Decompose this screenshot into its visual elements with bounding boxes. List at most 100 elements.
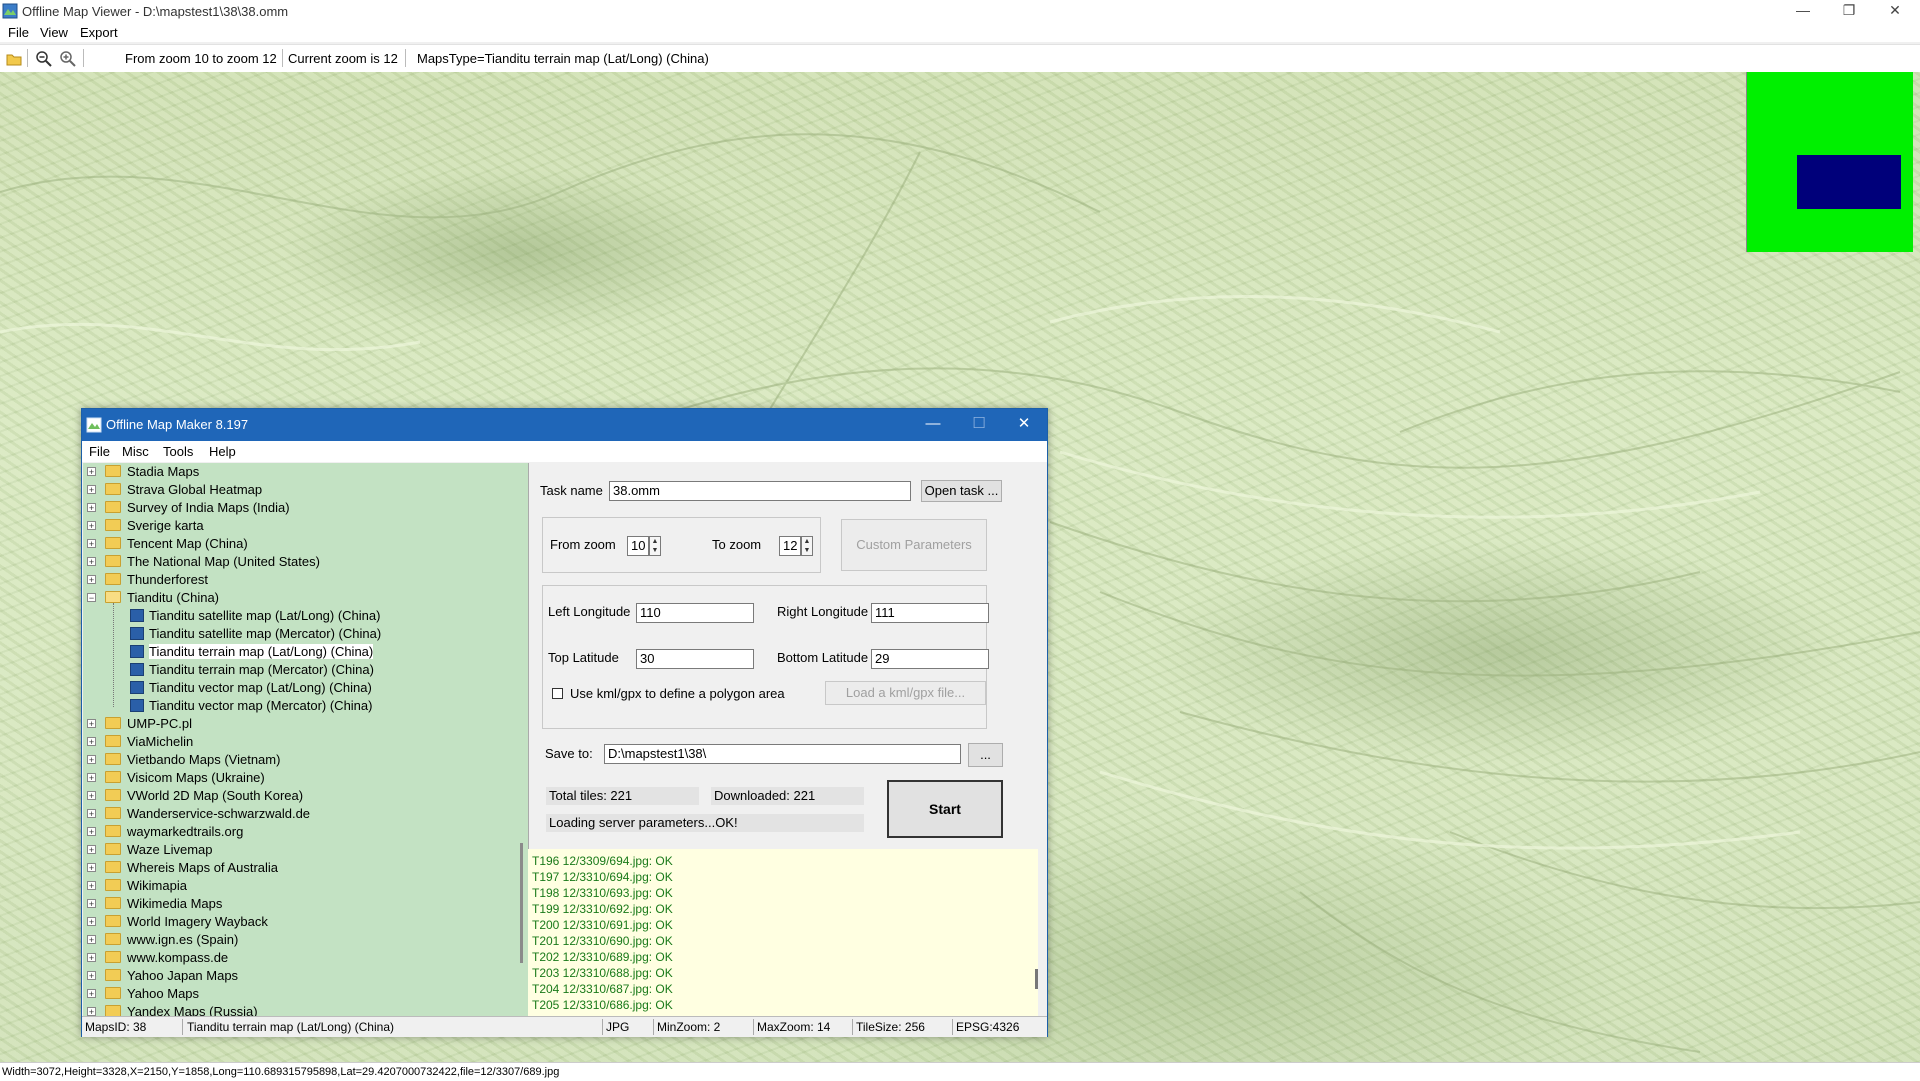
tree-folder-item[interactable]: + Vietbando Maps (Vietnam)	[83, 751, 523, 769]
expand-icon[interactable]: +	[87, 827, 96, 837]
top-latitude-input[interactable]: 30	[636, 649, 754, 669]
tree-item-label: Sverige karta	[127, 518, 204, 533]
dialog-title-bar[interactable]: Offline Map Maker 8.197 — ☐ ✕	[82, 409, 1047, 441]
expand-icon[interactable]: +	[87, 917, 96, 927]
tree-folder-item[interactable]: + Stadia Maps	[83, 463, 523, 481]
tree-folder-item[interactable]: + VWorld 2D Map (South Korea)	[83, 787, 523, 805]
right-longitude-input[interactable]: 111	[871, 603, 989, 623]
dialog-minimize-button[interactable]: —	[910, 409, 956, 441]
tree-folder-item[interactable]: + www.ign.es (Spain)	[83, 931, 523, 949]
tree-item-label: Yahoo Maps	[127, 986, 200, 1001]
to-zoom-label: To zoom	[712, 537, 762, 552]
tree-guide-line	[113, 603, 114, 707]
tree-folder-item[interactable]: + Sverige karta	[83, 517, 523, 535]
tree-folder-item[interactable]: + UMP-PC.pl	[83, 715, 523, 733]
open-task-button[interactable]: Open task ...	[921, 480, 1002, 502]
tree-folder-item[interactable]: + Thunderforest	[83, 571, 523, 589]
map-source-tree[interactable]: + Stadia Maps + Strava Global Heatmap + Surve…	[83, 463, 529, 1023]
expand-icon[interactable]: +	[87, 719, 96, 729]
from-zoom-input[interactable]: 10	[627, 536, 649, 556]
tree-folder-item[interactable]: + Tencent Map (China)	[83, 535, 523, 553]
from-zoom-spinner[interactable]: ▲ ▼	[649, 536, 661, 556]
tree-scrollbar[interactable]	[520, 843, 523, 963]
start-button[interactable]: Start	[887, 780, 1003, 838]
overview-viewport-rect[interactable]	[1797, 155, 1901, 209]
menu-view[interactable]: View	[40, 25, 68, 40]
maps-id-status: MapsID: 38	[85, 1020, 147, 1034]
tree-folder-item[interactable]: + The National Map (United States)	[83, 553, 523, 571]
tree-folder-item[interactable]: + Whereis Maps of Australia	[83, 859, 523, 877]
menu-export[interactable]: Export	[80, 25, 118, 40]
custom-parameters-button[interactable]: Custom Parameters	[841, 519, 987, 571]
tree-folder-item[interactable]: + Survey of India Maps (India)	[83, 499, 523, 517]
bottom-latitude-input[interactable]: 29	[871, 649, 989, 669]
restore-button[interactable]: ❐	[1826, 0, 1872, 22]
minimize-button[interactable]: —	[1780, 0, 1826, 22]
tree-folder-item[interactable]: + Strava Global Heatmap	[83, 481, 523, 499]
load-kml-button[interactable]: Load a kml/gpx file...	[825, 681, 986, 705]
log-scrollbar[interactable]	[1035, 969, 1038, 989]
close-button[interactable]: ✕	[1872, 0, 1918, 22]
save-to-input[interactable]: D:\mapstest1\38\	[604, 744, 961, 764]
expand-icon[interactable]: +	[87, 791, 96, 801]
expand-icon[interactable]: +	[87, 809, 96, 819]
collapse-icon[interactable]: −	[87, 593, 96, 603]
tree-folder-item[interactable]: + ViaMichelin	[83, 733, 523, 751]
expand-icon[interactable]: +	[87, 989, 96, 999]
expand-icon[interactable]: +	[87, 557, 96, 567]
expand-icon[interactable]: +	[87, 935, 96, 945]
left-longitude-input[interactable]: 110	[636, 603, 754, 623]
expand-icon[interactable]: +	[87, 1007, 96, 1017]
tree-map-item[interactable]: Tianditu vector map (Lat/Long) (China)	[83, 679, 523, 697]
expand-icon[interactable]: +	[87, 737, 96, 747]
folder-icon	[105, 735, 121, 747]
tree-folder-item[interactable]: − Tianditu (China)	[83, 589, 523, 607]
expand-icon[interactable]: +	[87, 971, 96, 981]
zoom-in-icon[interactable]	[59, 50, 77, 68]
tree-folder-item[interactable]: + Wikimedia Maps	[83, 895, 523, 913]
expand-icon[interactable]: +	[87, 953, 96, 963]
tree-folder-item[interactable]: + Wikimapia	[83, 877, 523, 895]
tree-map-item[interactable]: Tianditu terrain map (Lat/Long) (China)	[83, 643, 523, 661]
tree-map-item[interactable]: Tianditu satellite map (Lat/Long) (China…	[83, 607, 523, 625]
dialog-menu-help[interactable]: Help	[209, 444, 236, 459]
to-zoom-spinner[interactable]: ▲ ▼	[801, 536, 813, 556]
status-text: Width=3072,Height=3328,X=2150,Y=1858,Lon…	[2, 1066, 560, 1078]
expand-icon[interactable]: +	[87, 773, 96, 783]
expand-icon[interactable]: +	[87, 539, 96, 549]
tree-map-item[interactable]: Tianditu terrain map (Mercator) (China)	[83, 661, 523, 679]
menu-file[interactable]: File	[8, 25, 29, 40]
dialog-maximize-button[interactable]: ☐	[956, 409, 1002, 441]
use-kml-checkbox[interactable]	[552, 688, 563, 699]
zoom-out-icon[interactable]	[35, 50, 53, 68]
tree-folder-item[interactable]: + Wanderservice-schwarzwald.de	[83, 805, 523, 823]
expand-icon[interactable]: +	[87, 485, 96, 495]
dialog-menu-file[interactable]: File	[89, 444, 110, 459]
download-log[interactable]: T196 12/3309/694.jpg: OK T197 12/3310/694…	[528, 849, 1038, 1023]
browse-button[interactable]: ...	[968, 743, 1003, 767]
expand-icon[interactable]: +	[87, 503, 96, 513]
task-name-input[interactable]: 38.omm	[609, 481, 911, 501]
tree-folder-item[interactable]: + waymarkedtrails.org	[83, 823, 523, 841]
open-folder-icon[interactable]	[5, 50, 23, 68]
tree-folder-item[interactable]: + Visicom Maps (Ukraine)	[83, 769, 523, 787]
expand-icon[interactable]: +	[87, 575, 96, 585]
expand-icon[interactable]: +	[87, 467, 96, 477]
tree-folder-item[interactable]: + www.kompass.de	[83, 949, 523, 967]
dialog-menu-tools[interactable]: Tools	[163, 444, 193, 459]
expand-icon[interactable]: +	[87, 899, 96, 909]
tree-map-item[interactable]: Tianditu vector map (Mercator) (China)	[83, 697, 523, 715]
expand-icon[interactable]: +	[87, 863, 96, 873]
dialog-menu-misc[interactable]: Misc	[122, 444, 149, 459]
dialog-close-button[interactable]: ✕	[1001, 409, 1047, 441]
expand-icon[interactable]: +	[87, 521, 96, 531]
tree-folder-item[interactable]: + Waze Livemap	[83, 841, 523, 859]
expand-icon[interactable]: +	[87, 881, 96, 891]
to-zoom-input[interactable]: 12	[779, 536, 801, 556]
tree-folder-item[interactable]: + Yahoo Maps	[83, 985, 523, 1003]
expand-icon[interactable]: +	[87, 755, 96, 765]
tree-map-item[interactable]: Tianditu satellite map (Mercator) (China…	[83, 625, 523, 643]
tree-folder-item[interactable]: + Yahoo Japan Maps	[83, 967, 523, 985]
tree-folder-item[interactable]: + World Imagery Wayback	[83, 913, 523, 931]
expand-icon[interactable]: +	[87, 845, 96, 855]
